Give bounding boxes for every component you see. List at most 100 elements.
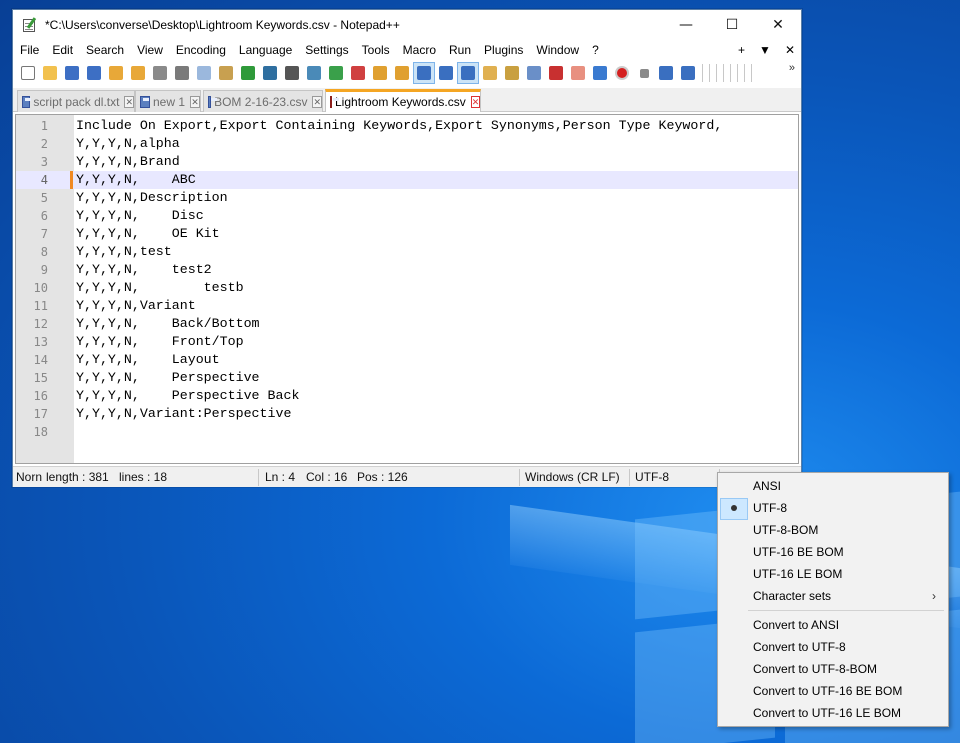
menu-help[interactable]: ?	[585, 43, 605, 57]
redo-icon[interactable]	[259, 62, 281, 84]
convert-option-convert-to-utf-8[interactable]: Convert to UTF-8	[720, 636, 946, 658]
tab-new-1[interactable]: new 1 ✕	[135, 90, 201, 112]
editor-line[interactable]: 17 Y,Y,Y,N,Variant:Perspective	[16, 405, 798, 423]
tab-script-pack-dl-txt[interactable]: script pack dl.txt ✕	[17, 90, 135, 112]
undo-icon[interactable]	[237, 62, 259, 84]
close-button[interactable]: ✕	[755, 10, 801, 40]
menu-tools[interactable]: Tools	[355, 43, 396, 57]
minimize-button[interactable]: —	[663, 10, 709, 40]
run-macro-multiple-icon[interactable]	[677, 62, 699, 84]
tab-close-icon[interactable]: ✕	[124, 95, 134, 108]
encoding-option-utf-8-bom[interactable]: UTF-8-BOM	[720, 519, 946, 541]
indent-guide-icon[interactable]	[457, 62, 479, 84]
menu-language[interactable]: Language	[232, 43, 298, 57]
line-text: Y,Y,Y,N, Perspective Back	[76, 388, 300, 403]
open-file-icon[interactable]	[39, 62, 61, 84]
tab-close-icon[interactable]: ✕	[312, 95, 322, 108]
menu-edit[interactable]: Edit	[45, 43, 79, 57]
menu-view[interactable]: View	[130, 43, 169, 57]
save-icon[interactable]	[61, 62, 83, 84]
menu-file[interactable]: File	[13, 43, 45, 57]
tab-lightroom-keywords-csv[interactable]: Lightroom Keywords.csv ✕	[325, 89, 481, 112]
stop-record-icon[interactable]	[633, 62, 655, 84]
editor-line[interactable]: 9 Y,Y,Y,N, test2	[16, 261, 798, 279]
change-history-marker	[70, 171, 73, 189]
menu-encoding[interactable]: Encoding	[169, 43, 232, 57]
menu-macro[interactable]: Macro	[396, 43, 442, 57]
doc-map-icon[interactable]	[501, 62, 523, 84]
convert-option-convert-to-ansi[interactable]: Convert to ANSI	[720, 614, 946, 636]
save-state-icon	[330, 96, 339, 108]
editor-line[interactable]: 2 Y,Y,Y,N,alpha	[16, 135, 798, 153]
encoding-option-utf-8[interactable]: UTF-8	[720, 497, 946, 520]
word-wrap-icon[interactable]	[413, 62, 435, 84]
editor-line[interactable]: 13 Y,Y,Y,N, Front/Top	[16, 333, 798, 351]
title-bar[interactable]: *C:\Users\converse\Desktop\Lightroom Key…	[13, 10, 801, 40]
print-icon[interactable]	[149, 62, 171, 84]
find-icon[interactable]	[281, 62, 303, 84]
new-file-icon[interactable]	[17, 62, 39, 84]
line-number: 16	[33, 389, 48, 403]
editor-line[interactable]: 16 Y,Y,Y,N, Perspective Back	[16, 387, 798, 405]
copy-icon[interactable]	[193, 62, 215, 84]
encoding-option-utf-16-le-bom[interactable]: UTF-16 LE BOM	[720, 563, 946, 585]
tab-list-down-icon[interactable]: ▼	[759, 43, 771, 57]
record-macro-icon[interactable]	[611, 62, 633, 84]
window-title: *C:\Users\converse\Desktop\Lightroom Key…	[45, 18, 400, 32]
editor-line[interactable]: 10 Y,Y,Y,N, testb	[16, 279, 798, 297]
encoding-option-ansi[interactable]: ANSI	[720, 475, 946, 497]
show-all-chars-icon[interactable]	[435, 62, 457, 84]
editor-line[interactable]: 8 Y,Y,Y,N,test	[16, 243, 798, 261]
convert-option-convert-to-utf-16-be-bom[interactable]: Convert to UTF-16 BE BOM	[720, 680, 946, 702]
editor-line[interactable]: 14 Y,Y,Y,N, Layout	[16, 351, 798, 369]
editor-line[interactable]: 12 Y,Y,Y,N, Back/Bottom	[16, 315, 798, 333]
replace-icon[interactable]	[303, 62, 325, 84]
udl-icon[interactable]	[479, 62, 501, 84]
editor-line[interactable]: 1 Include On Export,Export Containing Key…	[16, 117, 798, 135]
zoom-in-icon[interactable]	[325, 62, 347, 84]
monitor-icon[interactable]	[589, 62, 611, 84]
editor-line[interactable]: 5 Y,Y,Y,N,Description	[16, 189, 798, 207]
menu-window[interactable]: Window	[529, 43, 585, 57]
menu-search[interactable]: Search	[79, 43, 130, 57]
save-all-icon[interactable]	[83, 62, 105, 84]
maximize-button[interactable]: ☐	[709, 10, 755, 40]
tab-bom-2-16-23-csv[interactable]: BOM 2-16-23.csv ✕	[203, 90, 323, 112]
encoding-option-utf-16-be-bom[interactable]: UTF-16 BE BOM	[720, 541, 946, 563]
line-number: 12	[33, 317, 48, 331]
editor-line[interactable]: 18	[16, 423, 798, 441]
toolbar-overflow-icon[interactable]: »	[789, 62, 795, 74]
encoding-option-character-sets[interactable]: Character sets ›	[720, 585, 946, 607]
editor-line[interactable]: 15 Y,Y,Y,N, Perspective	[16, 369, 798, 387]
text-editor[interactable]: 1 Include On Export,Export Containing Key…	[15, 114, 799, 464]
convert-option-convert-to-utf-8-bom[interactable]: Convert to UTF-8-BOM	[720, 658, 946, 680]
function-list-icon[interactable]	[545, 62, 567, 84]
doc-list-icon[interactable]	[523, 62, 545, 84]
editor-line[interactable]: 6 Y,Y,Y,N, Disc	[16, 207, 798, 225]
menu-plugins[interactable]: Plugins	[477, 43, 529, 57]
sync-vertical-icon[interactable]	[369, 62, 391, 84]
line-text: Y,Y,Y,N, Perspective	[76, 370, 260, 385]
editor-line[interactable]: 7 Y,Y,Y,N, OE Kit	[16, 225, 798, 243]
close-tab-icon[interactable]: ✕	[785, 43, 795, 57]
tab-close-icon[interactable]: ✕	[190, 95, 200, 108]
paste-icon[interactable]	[215, 62, 237, 84]
menu-settings[interactable]: Settings	[298, 43, 354, 57]
zoom-out-icon[interactable]	[347, 62, 369, 84]
close-all-icon[interactable]	[127, 62, 149, 84]
menu-run[interactable]: Run	[442, 43, 477, 57]
line-number: 1	[40, 119, 48, 133]
convert-option-convert-to-utf-16-le-bom[interactable]: Convert to UTF-16 LE BOM	[720, 702, 946, 724]
tab-close-icon[interactable]: ✕	[470, 96, 481, 108]
editor-line[interactable]: 11 Y,Y,Y,N,Variant	[16, 297, 798, 315]
close-icon[interactable]	[105, 62, 127, 84]
editor-line[interactable]: 3 Y,Y,Y,N,Brand	[16, 153, 798, 171]
editor-line[interactable]: 4 Y,Y,Y,N, ABC	[16, 171, 798, 189]
play-macro-icon[interactable]	[655, 62, 677, 84]
cut-icon[interactable]	[171, 62, 193, 84]
menu-item-label: ANSI	[753, 479, 782, 493]
line-number: 5	[40, 191, 48, 205]
new-tab-plus-icon[interactable]: +	[738, 43, 745, 57]
folder-workspace-icon[interactable]	[567, 62, 589, 84]
sync-horizontal-icon[interactable]	[391, 62, 413, 84]
